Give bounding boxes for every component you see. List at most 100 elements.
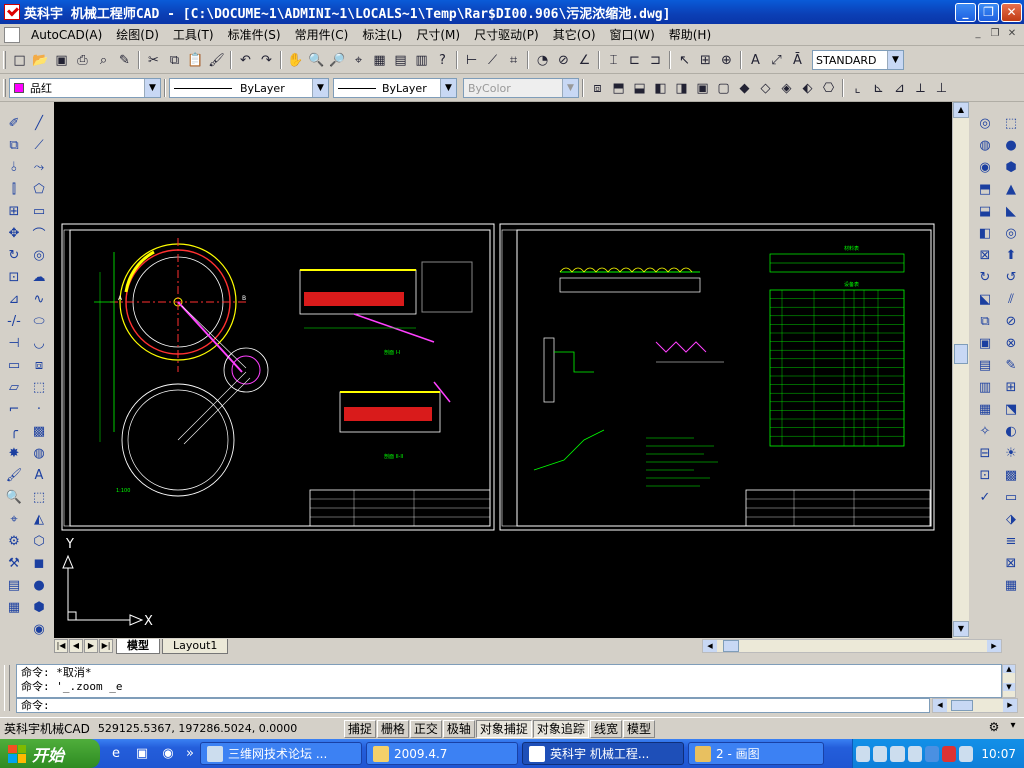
menu-size-drive[interactable]: 尺寸驱动(P)	[467, 26, 546, 43]
command-scroll-right-icon[interactable]: ▶	[1003, 699, 1017, 712]
mirror-icon[interactable]: ⫰	[3, 156, 25, 178]
line-icon[interactable]: ╱	[28, 112, 50, 134]
cylinder-solid-icon[interactable]: ⬢	[1000, 156, 1022, 178]
redo-icon[interactable]: ↷	[256, 50, 277, 71]
maximize-button[interactable]: ❐	[978, 3, 999, 22]
start-button[interactable]: 开始	[0, 739, 100, 768]
zoom-realtime-icon[interactable]: 🔍	[306, 50, 327, 71]
menu-other[interactable]: 其它(O)	[546, 26, 603, 43]
break-icon[interactable]: ▭	[3, 354, 25, 376]
solid-block-icon[interactable]: ◼	[28, 552, 50, 574]
title-bar[interactable]: 英科宇 机械工程师CAD - [C:\DOCUME~1\ADMINI~1\LOC…	[0, 0, 1024, 24]
array-icon[interactable]: ⊞	[3, 200, 25, 222]
measure-icon[interactable]: ⚙	[3, 530, 25, 552]
view-nw-iso-icon[interactable]: ⬖	[797, 78, 818, 99]
scale-icon[interactable]: ⊡	[3, 266, 25, 288]
doc-close-button[interactable]: ✕	[1004, 27, 1020, 42]
tool-icon[interactable]: ⚒	[3, 552, 25, 574]
imprint-icon[interactable]: ▦	[974, 398, 996, 420]
taper-face-icon[interactable]: ⬕	[974, 288, 996, 310]
sphere-icon[interactable]: ●	[28, 574, 50, 596]
status-coordinates[interactable]: 529125.5367, 197286.5024, 0.0000	[94, 722, 344, 735]
delete-face-icon[interactable]: ⊠	[974, 244, 996, 266]
scroll-up-icon[interactable]: ▲	[953, 102, 969, 118]
leader-icon[interactable]: ↖	[674, 50, 695, 71]
trim-icon[interactable]: -/-	[3, 310, 25, 332]
command-input[interactable]: 命令:	[16, 698, 930, 713]
dimtedit-icon[interactable]: ⤢	[766, 50, 787, 71]
dim-radius-icon[interactable]: ◔	[532, 50, 553, 71]
paint-icon[interactable]: 🖌	[3, 464, 25, 486]
status-toggle-2[interactable]: 正交	[409, 719, 442, 738]
dim-ordinate-icon[interactable]: ⌗	[503, 50, 524, 71]
copy-face-icon[interactable]: ⧉	[974, 310, 996, 332]
interfere-icon[interactable]: ⊗	[1000, 332, 1022, 354]
camera-icon[interactable]: ⎔	[818, 78, 839, 99]
view-se-iso-icon[interactable]: ◇	[755, 78, 776, 99]
ucs-object-icon[interactable]: ⟂	[910, 78, 931, 99]
materials-icon[interactable]: ▩	[1000, 464, 1022, 486]
shell-icon[interactable]: ⊡	[974, 464, 996, 486]
revcloud-icon[interactable]: ☁	[28, 266, 50, 288]
copy-obj-icon[interactable]: ⧉	[3, 134, 25, 156]
dim-angular-icon[interactable]: ∠	[574, 50, 595, 71]
status-toggle-6[interactable]: 线宽	[589, 719, 622, 738]
check-icon[interactable]: ✓	[974, 486, 996, 508]
tab-layout1[interactable]: Layout1	[162, 638, 229, 654]
snap-icon[interactable]: ⌖	[3, 508, 25, 530]
status-toggle-1[interactable]: 栅格	[376, 719, 409, 738]
point-icon[interactable]: ·	[28, 398, 50, 420]
view-right-icon[interactable]: ◨	[671, 78, 692, 99]
view-front-icon[interactable]: ▣	[692, 78, 713, 99]
subtract-icon[interactable]: ◍	[974, 134, 996, 156]
mtext-icon[interactable]: A	[28, 464, 50, 486]
torus-icon[interactable]: ◉	[28, 618, 50, 640]
move-face-icon[interactable]: ⬓	[974, 200, 996, 222]
zoom-icon[interactable]: 🔍	[3, 486, 25, 508]
ellipse-icon[interactable]: ⬭	[28, 310, 50, 332]
text-style-select[interactable]: STANDARD ▼	[812, 50, 904, 70]
dim-aligned-icon[interactable]: ⟋	[482, 50, 503, 71]
menu-size[interactable]: 尺寸(M)	[409, 26, 467, 43]
status-toggle-0[interactable]: 捕捉	[343, 719, 376, 738]
close-button[interactable]: ✕	[1001, 3, 1022, 22]
erase-icon[interactable]: ✐	[3, 112, 25, 134]
tab-model[interactable]: 模型	[116, 638, 160, 654]
dim-diameter-icon[interactable]: ⊘	[553, 50, 574, 71]
print-icon[interactable]: ⎙	[72, 50, 93, 71]
quicklaunch-more-icon[interactable]: »	[184, 744, 196, 764]
new-icon[interactable]: □	[9, 50, 30, 71]
scroll-thumb[interactable]	[954, 344, 968, 364]
taskbar-item-paint[interactable]: 2 - 画图	[688, 742, 824, 765]
insert-block-icon[interactable]: ⧈	[28, 354, 50, 376]
stretch-icon[interactable]: ⊿	[3, 288, 25, 310]
drawing-canvas[interactable]: B A 1:100 剖面 I-I 剖面 II-II 材料表 设备表 Y X	[54, 102, 952, 638]
desktop-icon[interactable]: ▣	[132, 744, 152, 764]
last-tab-icon[interactable]: ▶|	[99, 639, 113, 653]
taskbar-item-cad[interactable]: 英科宇 机械工程...	[522, 742, 684, 765]
mediaplayer-icon[interactable]: ◉	[158, 744, 178, 764]
taskbar-item-folder[interactable]: 2009.4.7	[366, 742, 518, 765]
box-icon[interactable]: ⬚	[1000, 112, 1022, 134]
extend-icon[interactable]: ⊣	[3, 332, 25, 354]
solid-wedge-icon[interactable]: ◭	[28, 508, 50, 530]
next-tab-icon[interactable]: ▶	[84, 639, 98, 653]
antivirus-icon[interactable]	[942, 745, 957, 762]
background-icon[interactable]: ▦	[1000, 574, 1022, 596]
clean-icon[interactable]: ✧	[974, 420, 996, 442]
slice-icon[interactable]: ⫽	[1000, 288, 1022, 310]
status-toggle-5[interactable]: 对象追踪	[532, 719, 589, 738]
volume-icon[interactable]	[959, 745, 974, 762]
ellipse-arc-icon[interactable]: ◡	[28, 332, 50, 354]
offset-face-icon[interactable]: ◧	[974, 222, 996, 244]
first-tab-icon[interactable]: |◀	[54, 639, 68, 653]
zoom-previous-icon[interactable]: ⌖	[348, 50, 369, 71]
menu-tools[interactable]: 工具(T)	[166, 26, 221, 43]
layer-select[interactable]: 品红 ▼	[9, 78, 161, 98]
command-scroll-down-icon[interactable]: ▼	[1003, 683, 1015, 691]
app-icon[interactable]	[4, 4, 20, 20]
doc-minimize-button[interactable]: _	[970, 27, 986, 42]
setup-profile-icon[interactable]: ⬔	[1000, 398, 1022, 420]
scroll-down-icon[interactable]: ▼	[953, 621, 969, 637]
chamfer-icon[interactable]: ⌐	[3, 398, 25, 420]
